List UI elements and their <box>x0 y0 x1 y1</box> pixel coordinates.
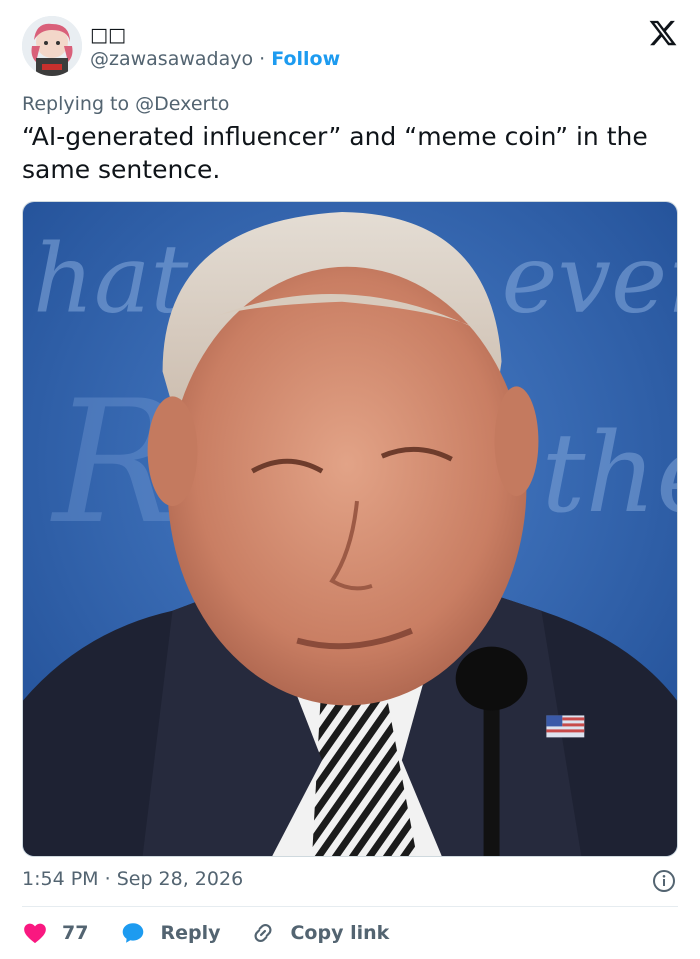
author-name[interactable]: □□ <box>90 24 126 46</box>
reply-bubble-icon <box>123 923 144 943</box>
replying-prefix: Replying to <box>22 93 130 115</box>
tweet-time[interactable]: 1:54 PM <box>22 868 99 890</box>
separator-dot: · <box>259 48 266 70</box>
reply-button[interactable]: Reply <box>120 920 220 946</box>
like-count: 77 <box>62 922 89 944</box>
tweet-media[interactable]: hat ever R the <box>22 201 678 857</box>
divider <box>22 906 678 907</box>
heart-icon <box>24 923 46 944</box>
svg-text:hat: hat <box>33 225 189 335</box>
x-logo-icon[interactable] <box>648 18 678 48</box>
copy-link-button[interactable]: Copy link <box>250 920 389 946</box>
replying-to: Replying to @Dexerto <box>22 93 229 115</box>
svg-text:the: the <box>541 409 677 537</box>
reply-label: Reply <box>160 922 221 944</box>
copy-link-label: Copy link <box>290 922 390 944</box>
separator-dot: · <box>104 868 111 890</box>
action-bar: 77 Reply Copy link <box>22 918 389 948</box>
like-button[interactable]: 77 <box>22 920 88 946</box>
author-handle[interactable]: @zawasawadayo <box>90 48 253 70</box>
tweet-text: “AI-generated influencer” and “meme coin… <box>22 122 648 184</box>
timestamp-row: 1:54 PM · Sep 28, 2026 <box>22 868 243 890</box>
follow-button[interactable]: Follow <box>271 48 340 70</box>
replying-mention[interactable]: @Dexerto <box>135 93 229 115</box>
svg-text:ever: ever <box>502 225 677 335</box>
media-photo: hat ever R the <box>23 202 677 856</box>
tweet-card: □□ @zawasawadayo · Follow Replying to @D… <box>0 0 700 959</box>
avatar[interactable] <box>22 16 82 76</box>
link-icon <box>254 923 272 943</box>
tweet-date[interactable]: Sep 28, 2026 <box>117 868 243 890</box>
info-icon[interactable] <box>652 869 676 893</box>
avatar-image <box>22 16 82 76</box>
handle-row: @zawasawadayo · Follow <box>90 48 340 70</box>
